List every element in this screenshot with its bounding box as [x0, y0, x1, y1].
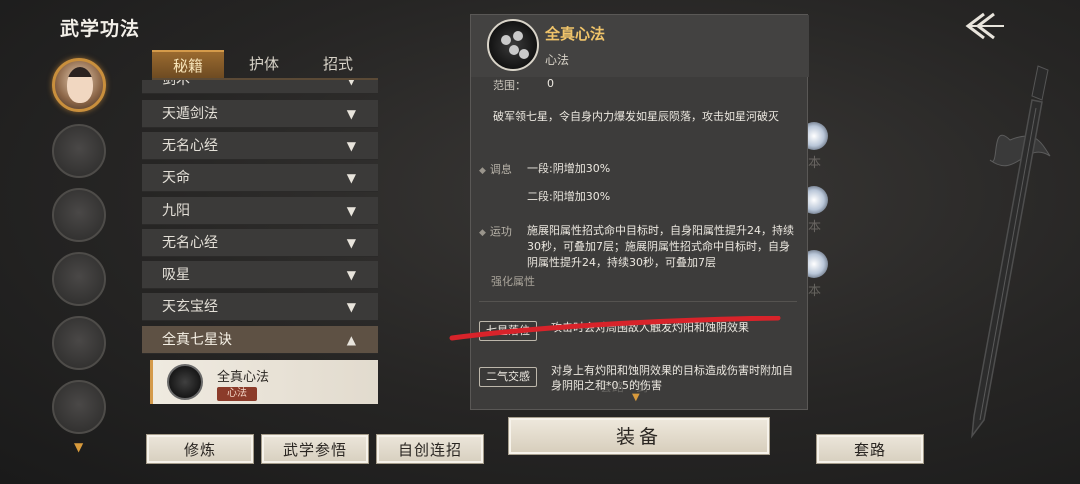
divider — [479, 301, 797, 302]
avatar-slot[interactable] — [52, 188, 106, 242]
list-item[interactable]: 九阳 ▼ — [142, 197, 378, 225]
tiaoxi-stage-1: 一段:阴增加30% — [527, 162, 611, 175]
chevron-down-icon: ▼ — [346, 139, 356, 153]
technique-detail-panel: 全真心法 心法 范围： 0 破军领七星，令自身内力爆发如星辰陨落，攻击如星河破灭… — [470, 14, 809, 410]
tab-zhaoshi[interactable]: 招式 — [302, 50, 374, 78]
technique-list: 剑术 ▼ 天遁剑法 ▼ 无名心经 ▼ 天命 ▼ 九阳 ▼ 无名心经 ▼ 吸星 ▼ 天玄宝经 ▼ … — [142, 80, 378, 404]
red-underline-mark — [449, 316, 781, 341]
avatar-face — [67, 67, 93, 103]
list-item[interactable]: 无名心经 ▼ — [142, 132, 378, 160]
sword-icon — [970, 65, 1051, 439]
technique-icon — [487, 19, 539, 71]
range-label: 范围： — [493, 79, 526, 92]
list-item[interactable]: 剑术 ▼ — [142, 80, 378, 94]
list-item-label: 吸星 — [162, 267, 190, 283]
chevron-down-icon: ▼ — [346, 107, 356, 121]
tab-miji[interactable]: 秘籍 — [152, 50, 224, 78]
list-item[interactable]: 天遁剑法 ▼ — [142, 100, 378, 128]
background-text: 本 — [808, 220, 822, 235]
tab-huti[interactable]: 护体 — [228, 50, 300, 78]
zichuang-lianzhao-button[interactable]: 自创连招 — [376, 434, 484, 464]
page-title: 武学功法 — [60, 18, 141, 40]
list-item[interactable]: 天玄宝经 ▼ — [142, 293, 378, 321]
tiaoxi-stage-2: 二段:阳增加30% — [527, 190, 611, 203]
sub-technique-name: 全真心法 — [217, 370, 270, 385]
back-arrow-icon[interactable] — [962, 10, 1006, 42]
list-item-label: 剑术 — [162, 80, 190, 88]
detail-header: 全真心法 心法 — [471, 15, 809, 77]
category-tabs: 秘籍 护体 招式 — [152, 50, 378, 78]
detail-description: 破军领七星，令自身内力爆发如星辰陨落，攻击如星河破灭 — [493, 110, 779, 123]
avatar-slot[interactable] — [52, 252, 106, 306]
chevron-down-icon: ▼ — [346, 268, 356, 282]
range-value: 0 — [547, 77, 554, 90]
yungong-label: ◆ 运功 — [479, 225, 512, 238]
list-item-label: 全真七星诀 — [162, 332, 232, 348]
scroll-down-icon[interactable]: ▼ — [632, 392, 640, 403]
taolu-button[interactable]: 套路 — [816, 434, 924, 464]
background-text: 套路 剑 — [600, 380, 649, 394]
chevron-down-icon: ▼ — [346, 171, 356, 185]
avatar-slot[interactable] — [52, 124, 106, 178]
list-item[interactable]: 天命 ▼ — [142, 164, 378, 192]
chevron-down-icon: ▼ — [346, 236, 356, 250]
list-item-label: 天命 — [162, 170, 190, 186]
wuxue-canwu-button[interactable]: 武学参悟 — [261, 434, 369, 464]
detail-title: 全真心法 — [545, 25, 606, 43]
sub-technique-item[interactable]: 全真心法 心法 — [150, 360, 378, 404]
list-item-label: 天遁剑法 — [162, 106, 218, 122]
technique-icon — [167, 364, 203, 400]
avatar-slot[interactable] — [52, 380, 106, 434]
enhancement-text: 对身上有灼阳和蚀阴效果的目标造成伤害时附加自身阴阳之和*0.5的伤害 — [551, 364, 793, 392]
list-item-label: 无名心经 — [162, 235, 218, 251]
list-item-selected[interactable]: 全真七星诀 ▲ — [142, 326, 378, 354]
list-item-label: 无名心经 — [162, 138, 218, 154]
enhance-header: 强化属性 — [491, 275, 535, 288]
chevron-down-icon: ▼ — [346, 204, 356, 218]
yungong-text: 施展阳属性招式命中目标时，自身阳属性提升24，持续30秒，可叠加7层；施展阴属性… — [527, 224, 794, 269]
tiaoxi-label: ◆ 调息 — [479, 163, 512, 176]
chevron-down-icon: ▼ — [346, 80, 356, 87]
avatar-slot[interactable] — [52, 316, 106, 370]
background-text: 本 — [808, 284, 822, 299]
xiulian-button[interactable]: 修炼 — [146, 434, 254, 464]
list-item[interactable]: 吸星 ▼ — [142, 261, 378, 289]
sub-technique-tag: 心法 — [217, 387, 257, 401]
detail-type: 心法 — [545, 53, 570, 67]
enhancement-badge: 二气交感 — [479, 367, 537, 387]
avatar-slot-active[interactable] — [52, 58, 106, 112]
list-item[interactable]: 无名心经 ▼ — [142, 229, 378, 257]
list-item-label: 天玄宝经 — [162, 299, 218, 315]
more-slots-icon[interactable]: ▼ — [74, 440, 83, 454]
equip-button[interactable]: 装备 — [508, 417, 770, 455]
background-text: 本 — [808, 156, 822, 171]
list-item-label: 九阳 — [162, 203, 190, 219]
chevron-down-icon: ▼ — [346, 300, 356, 314]
chevron-up-icon: ▲ — [346, 333, 356, 347]
